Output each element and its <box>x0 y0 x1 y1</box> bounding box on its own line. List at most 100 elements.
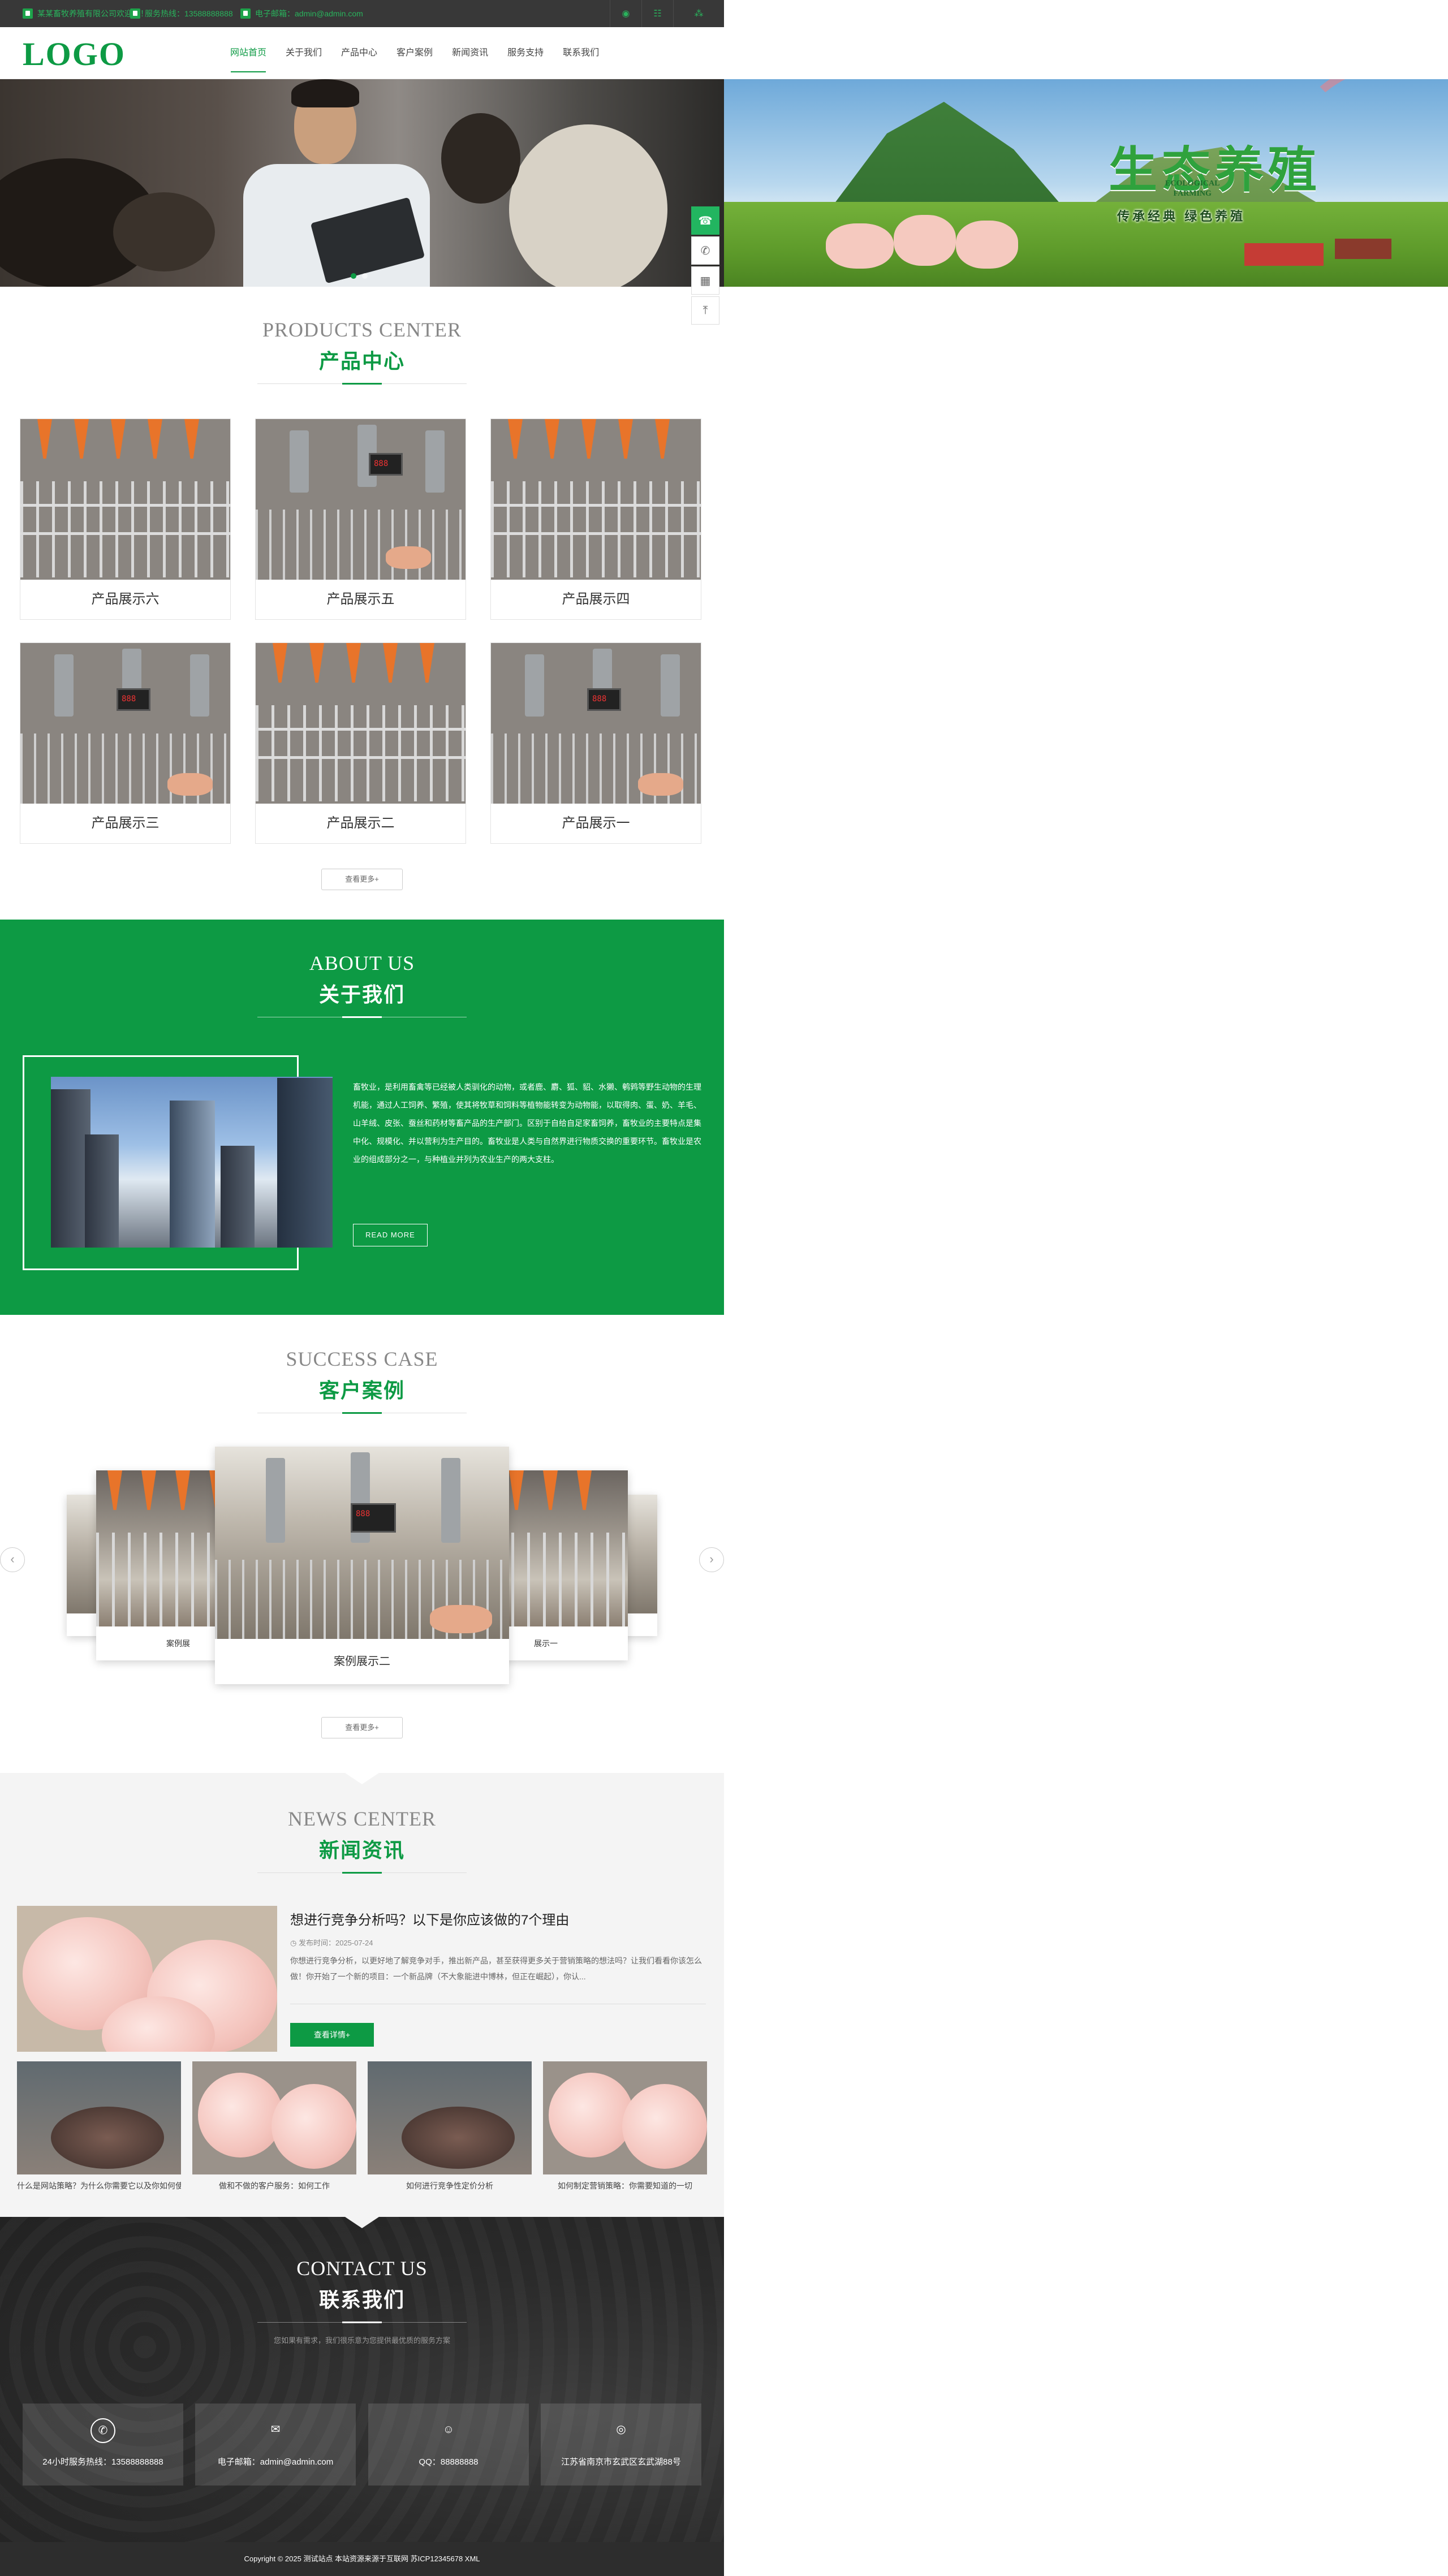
contact-phone-box: ✆ 24小时服务热线：13588888888 <box>23 2404 183 2486</box>
mail-icon <box>240 8 251 19</box>
news-item[interactable]: 什么是网站策略？为什么你需要它以及你如何使用 <box>17 2061 181 2191</box>
nav-support[interactable]: 服务支持 <box>498 27 553 79</box>
pig-image <box>894 215 956 266</box>
product-image[interactable] <box>20 643 230 804</box>
news-featured-title[interactable]: 想进行竞争分析吗？以下是你应该做的7个理由 <box>290 1909 569 1928</box>
news-item-image[interactable] <box>192 2061 356 2174</box>
email-info: 电子邮箱：admin@admin.com <box>240 8 363 19</box>
news-item[interactable]: 如何进行竞争性定价分析 <box>368 2061 532 2191</box>
floating-toolbar: ☎ ✆ ▦ ⤒ <box>691 206 721 326</box>
news-item[interactable]: 做和不做的客户服务：如何工作 <box>192 2061 356 2191</box>
cases-heading: SUCCESS CASE 客户案例 <box>0 1347 724 1414</box>
products-title-en: PRODUCTS CENTER <box>262 318 462 341</box>
cow-image <box>113 192 215 271</box>
products-title-cn: 产品中心 <box>318 349 405 373</box>
title-divider <box>257 383 467 385</box>
contact-email-box: ✉ 电子邮箱：admin@admin.com <box>195 2404 356 2486</box>
product-card[interactable]: 产品展示六 <box>20 418 231 620</box>
service-icon[interactable]: ☎ <box>691 206 719 235</box>
mail-icon: ✉ <box>270 2423 281 2436</box>
nav-contact[interactable]: 联系我们 <box>553 27 609 79</box>
eco-line-1: ECOLOGICAL <box>1165 179 1220 188</box>
product-card[interactable]: 产品展示二 <box>255 642 466 844</box>
nav-news[interactable]: 新闻资讯 <box>442 27 498 79</box>
news-item-title[interactable]: 做和不做的客户服务：如何工作 <box>192 2180 356 2191</box>
pig-image <box>956 221 1018 269</box>
read-more-button[interactable]: READ MORE <box>353 1224 428 1246</box>
product-caption[interactable]: 产品展示一 <box>491 804 701 843</box>
product-caption[interactable]: 产品展示六 <box>20 580 230 619</box>
cow-image <box>441 113 520 204</box>
site-footer: Copyright © 2025 测试站点 本站资源来源于互联网 苏ICP123… <box>0 2542 724 2576</box>
contact-title-cn: 联系我们 <box>318 2288 405 2311</box>
location-icon[interactable]: ◉ <box>610 0 641 27</box>
product-card[interactable]: 产品展示一 <box>490 642 701 844</box>
nav-about[interactable]: 关于我们 <box>276 27 331 79</box>
location-icon: ◎ <box>616 2423 626 2436</box>
title-divider <box>257 2322 467 2323</box>
products-more-button[interactable]: 查看更多+ <box>321 869 403 890</box>
news-heading: NEWS CENTER 新闻资讯 <box>0 1807 724 1874</box>
about-title-en: ABOUT US <box>309 952 415 974</box>
product-image[interactable] <box>256 643 466 804</box>
banner-dot-1[interactable] <box>351 273 356 279</box>
product-card[interactable]: 产品展示四 <box>490 418 701 620</box>
product-caption[interactable]: 产品展示四 <box>491 580 701 619</box>
news-item-title[interactable]: 什么是网站策略？为什么你需要它以及你如何使用 <box>17 2180 181 2191</box>
product-caption[interactable]: 产品展示五 <box>256 580 466 619</box>
news-item-image[interactable] <box>543 2061 707 2174</box>
phone-icon[interactable]: ✆ <box>691 236 719 265</box>
case-card-active[interactable]: 案例展示二 <box>215 1447 509 1684</box>
products-heading: PRODUCTS CENTER 产品中心 <box>0 318 724 385</box>
contact-email-text: 电子邮箱：admin@admin.com <box>217 2457 334 2467</box>
pig-image <box>826 223 894 269</box>
product-card[interactable]: 产品展示五 <box>255 418 466 620</box>
nav-cases[interactable]: 客户案例 <box>387 27 442 79</box>
product-card[interactable]: 产品展示三 <box>20 642 231 844</box>
news-item-image[interactable] <box>368 2061 532 2174</box>
about-title-cn: 关于我们 <box>318 983 405 1006</box>
share-icon[interactable]: ⁂ <box>673 0 724 27</box>
farmhouse-image <box>1244 243 1324 266</box>
banner-pagination <box>351 273 368 279</box>
news-title-cn: 新闻资讯 <box>318 1839 405 1862</box>
product-caption[interactable]: 产品展示三 <box>20 804 230 843</box>
site-logo[interactable]: LOGO <box>23 38 126 71</box>
product-image[interactable] <box>491 419 701 580</box>
news-item-title[interactable]: 如何进行竞争性定价分析 <box>368 2180 532 2191</box>
about-section: ABOUT US 关于我们 畜牧业，是利用畜禽等已经被人类驯化的动物，或者鹿、麝… <box>0 920 724 1315</box>
carousel-next-button[interactable]: › <box>699 1547 724 1572</box>
phone-info: 服务热线：13588888888 <box>130 8 233 19</box>
farmer-hair <box>291 79 359 107</box>
cases-more-button[interactable]: 查看更多+ <box>321 1717 403 1738</box>
news-item-image[interactable] <box>17 2061 181 2174</box>
wechat-icon[interactable]: ☷ <box>641 0 673 27</box>
case-caption[interactable]: 案例展示二 <box>215 1639 509 1684</box>
hero-banner[interactable] <box>0 79 724 287</box>
site-header: LOGO 网站首页 关于我们 产品中心 客户案例 新闻资讯 服务支持 联系我们 <box>0 27 724 79</box>
qrcode-icon[interactable]: ▦ <box>691 266 719 295</box>
news-detail-button[interactable]: 查看详情+ <box>290 2023 374 2047</box>
section-notch <box>345 2217 379 2228</box>
carousel-prev-button[interactable]: ‹ <box>0 1547 25 1572</box>
news-title-en: NEWS CENTER <box>288 1807 436 1830</box>
phone-24-icon: ✆ <box>90 2418 115 2443</box>
case-image[interactable] <box>215 1447 509 1639</box>
news-item-title[interactable]: 如何制定营销策略：你需要知道的一切 <box>543 2180 707 2191</box>
product-image[interactable] <box>491 643 701 804</box>
product-caption[interactable]: 产品展示二 <box>256 804 466 843</box>
banner-dot-2[interactable] <box>362 273 368 279</box>
contact-heading: CONTACT US 联系我们 <box>0 2256 724 2323</box>
contact-subtitle: 您如果有需求，我们很乐意为您提供最优质的服务方案 <box>273 2336 450 2345</box>
about-description: 畜牧业，是利用畜禽等已经被人类驯化的动物，或者鹿、麝、狐、貂、水獭、鹌鹑等野生动… <box>353 1082 701 1164</box>
nav-home[interactable]: 网站首页 <box>221 27 276 79</box>
home-icon <box>23 8 33 19</box>
product-image[interactable] <box>20 419 230 580</box>
white-cow-image <box>509 124 667 287</box>
phone-icon <box>130 8 140 19</box>
nav-products[interactable]: 产品中心 <box>331 27 387 79</box>
news-featured-image[interactable] <box>17 1906 277 2052</box>
cases-title-cn: 客户案例 <box>318 1379 405 1402</box>
news-item[interactable]: 如何制定营销策略：你需要知道的一切 <box>543 2061 707 2191</box>
product-image[interactable] <box>256 419 466 580</box>
